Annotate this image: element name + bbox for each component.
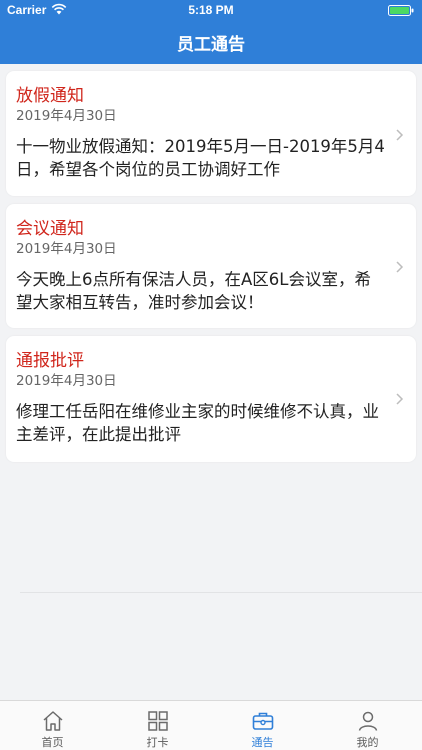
notice-date: 2019年4月30日 <box>16 241 117 257</box>
status-bar: Carrier 5:18 PM <box>0 0 422 20</box>
tab-home[interactable]: 首页 <box>0 701 105 750</box>
notice-card[interactable]: 通报批评 2019年4月30日 修理工任岳阳在维修业主家的时候维修不认真，业主差… <box>6 336 416 462</box>
battery-icon <box>388 5 414 16</box>
notice-body: 今天晚上6点所有保洁人员，在A区6L会议室，希望大家相互转告，准时参加会议！ <box>16 270 371 312</box>
home-icon <box>43 711 63 731</box>
notice-date: 2019年4月30日 <box>16 108 117 124</box>
notice-body: 十一物业放假通知：2019年5月一日-2019年5月4日，希望各个岗位的员工协调… <box>16 137 385 179</box>
tab-bar: 首页 打卡 通告 我的 <box>0 700 422 750</box>
tab-notices[interactable]: 通告 <box>210 701 315 750</box>
page-title: 员工通告 <box>177 35 245 55</box>
notice-date: 2019年4月30日 <box>16 373 117 389</box>
toolbox-icon <box>252 712 274 730</box>
tab-label: 通告 <box>251 736 274 749</box>
chevron-right-icon <box>396 129 404 141</box>
header: Carrier 5:18 PM 员工通告 <box>0 0 422 64</box>
grid-icon <box>148 711 168 731</box>
notice-card[interactable]: 会议通知 2019年4月30日 今天晚上6点所有保洁人员，在A区6L会议室，希望… <box>6 204 416 328</box>
tab-profile[interactable]: 我的 <box>315 701 420 750</box>
chevron-right-icon <box>396 393 404 405</box>
tab-label: 我的 <box>356 736 379 749</box>
divider <box>20 592 422 593</box>
tab-label: 打卡 <box>146 736 169 749</box>
notice-card[interactable]: 放假通知 2019年4月30日 十一物业放假通知：2019年5月一日-2019年… <box>6 71 416 196</box>
notice-title: 会议通知 <box>16 219 84 239</box>
tab-checkin[interactable]: 打卡 <box>105 701 210 750</box>
chevron-right-icon <box>396 261 404 273</box>
tab-label: 首页 <box>41 736 64 749</box>
notice-title: 通报批评 <box>16 351 84 371</box>
notice-title: 放假通知 <box>16 86 84 106</box>
clock: 5:18 PM <box>188 3 234 17</box>
notice-body: 修理工任岳阳在维修业主家的时候维修不认真，业主差评，在此提出批评 <box>16 402 379 444</box>
person-icon <box>358 711 378 731</box>
